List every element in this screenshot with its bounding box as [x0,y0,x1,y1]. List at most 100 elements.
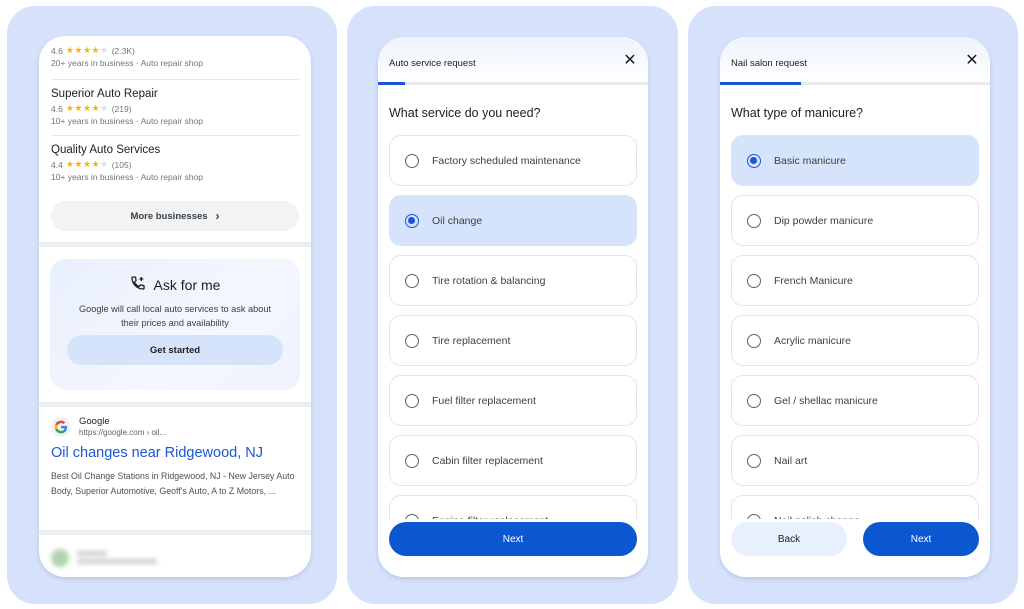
form-header: Auto service request ✕ [378,37,648,83]
panel-search-results: 4.6 ★★★★★ (2.3K) 20+ years in business ·… [7,6,337,604]
option-label: Basic manicure [774,154,846,167]
progress-fill [378,82,405,85]
search-result: Google https://google.com › oil... Oil c… [51,416,299,498]
review-count: (105) [111,159,132,170]
options-list: Basic manicure Dip powder manicure French … [731,135,979,525]
get-started-button[interactable]: Get started [67,335,283,365]
option-label: Oil change [432,214,483,227]
option-cabin-filter-replacement[interactable]: Cabin filter replacement [389,435,637,486]
review-count: (2.3K) [111,45,135,56]
divider [51,79,299,80]
business-category: Auto repair shop [140,58,203,68]
option-basic-manicure[interactable]: Basic manicure [731,135,979,186]
option-fuel-filter-replacement[interactable]: Fuel filter replacement [389,375,637,426]
question-heading: What type of manicure? [731,106,864,120]
option-oil-change[interactable]: Oil change [389,195,637,246]
result-snippet: Best Oil Change Stations in Ridgewood, N… [51,471,295,496]
meta-separator: · [135,172,139,182]
form-title: Nail salon request [731,58,808,69]
radio-unchecked-icon[interactable] [747,273,761,288]
option-tire-rotation-balancing[interactable]: Tire rotation & balancing [389,255,637,306]
option-label: Cabin filter replacement [432,454,543,467]
option-gel-shellac-manicure[interactable]: Gel / shellac manicure [731,375,979,426]
blurred-favicon-icon [51,548,69,567]
business-name[interactable]: Quality Auto Services [51,144,299,156]
option-label: French Manicure [774,274,853,287]
radio-checked-icon[interactable] [405,213,419,228]
panel-auto-service: Auto service request ✕ What service do y… [347,6,678,604]
close-icon[interactable]: ✕ [964,53,980,69]
radio-unchecked-icon[interactable] [747,393,761,408]
question-heading: What service do you need? [389,106,541,120]
meta-separator: · [135,116,139,126]
phone-screen-nail-salon: Nail salon request ✕ What type of manicu… [720,37,990,577]
back-button[interactable]: Back [731,522,847,556]
more-businesses-button[interactable]: More businesses › [51,201,299,231]
star-rating-icon: ★★★★★ [65,103,109,113]
options-list: Factory scheduled maintenance Oil change T… [389,135,637,525]
option-label: Acrylic manicure [774,334,852,347]
result-source-name: Google [79,416,110,427]
section-separator [39,402,311,407]
result-source: Google https://google.com › oil... [51,416,299,437]
chevron-right-icon: › [215,209,220,223]
option-label: Nail art [774,454,808,467]
radio-unchecked-icon[interactable] [405,153,419,168]
business-category: Auto repair shop [140,116,203,126]
panel-nail-salon: Nail salon request ✕ What type of manicu… [688,6,1018,604]
business-listing[interactable]: Quality Auto Services 4.4 ★★★★★ (105) 10… [51,144,299,182]
meta-separator: · [135,58,139,68]
option-nail-art[interactable]: Nail art [731,435,979,486]
close-icon[interactable]: ✕ [622,53,638,69]
rating-value: 4.4 [51,159,63,170]
radio-unchecked-icon[interactable] [747,213,761,228]
option-factory-scheduled-maintenance[interactable]: Factory scheduled maintenance [389,135,637,186]
radio-unchecked-icon[interactable] [747,453,761,468]
business-listing[interactable]: Superior Auto Repair 4.6 ★★★★★ (219) 10+… [51,88,299,126]
form-header: Nail salon request ✕ [720,37,990,83]
business-meta: 10+ years in business · Auto repair shop [51,172,299,182]
ask-for-me-title: Ask for me [50,275,300,294]
divider [51,135,299,136]
option-label: Tire rotation & balancing [432,274,546,287]
option-acrylic-manicure[interactable]: Acrylic manicure [731,315,979,366]
option-dip-powder-manicure[interactable]: Dip powder manicure [731,195,979,246]
star-rating-icon: ★★★★★ [65,159,109,169]
progress-bar [378,82,648,85]
form-title: Auto service request [389,58,476,69]
option-label: Tire replacement [432,334,511,347]
business-name[interactable]: Superior Auto Repair [51,88,299,100]
ask-for-me-card: Ask for me Google will call local auto s… [50,259,300,390]
option-tire-replacement[interactable]: Tire replacement [389,315,637,366]
business-category: Auto repair shop [140,172,203,182]
rating-row: 4.4 ★★★★★ (105) [51,159,299,170]
radio-unchecked-icon[interactable] [405,393,419,408]
review-count: (219) [111,103,132,114]
next-button[interactable]: Next [389,522,637,556]
result-title-link[interactable]: Oil changes near Ridgewood, NJ [51,445,299,461]
phone-screen-auto-service: Auto service request ✕ What service do y… [378,37,648,577]
phone-screen-search: 4.6 ★★★★★ (2.3K) 20+ years in business ·… [39,36,311,577]
section-separator [39,242,311,247]
rating-value: 4.6 [51,45,63,56]
radio-unchecked-icon[interactable] [405,273,419,288]
section-separator [39,530,311,535]
progress-bar [720,82,990,85]
next-button[interactable]: Next [863,522,979,556]
option-label: Dip powder manicure [774,214,874,227]
rating-value: 4.6 [51,103,63,114]
radio-unchecked-icon[interactable] [747,333,761,348]
blurred-result [51,548,157,567]
rating-row: 4.6 ★★★★★ (2.3K) [51,45,299,56]
form-footer: Next [378,519,648,577]
radio-checked-icon[interactable] [747,153,761,168]
blurred-text [77,548,157,567]
radio-unchecked-icon[interactable] [405,333,419,348]
option-french-manicure[interactable]: French Manicure [731,255,979,306]
rating-row: 4.6 ★★★★★ (219) [51,103,299,114]
ask-for-me-heading: Ask for me [153,276,221,293]
business-meta: 10+ years in business · Auto repair shop [51,116,299,126]
business-listing[interactable]: 4.6 ★★★★★ (2.3K) 20+ years in business ·… [51,42,299,68]
radio-unchecked-icon[interactable] [405,453,419,468]
option-label: Fuel filter replacement [432,394,536,407]
